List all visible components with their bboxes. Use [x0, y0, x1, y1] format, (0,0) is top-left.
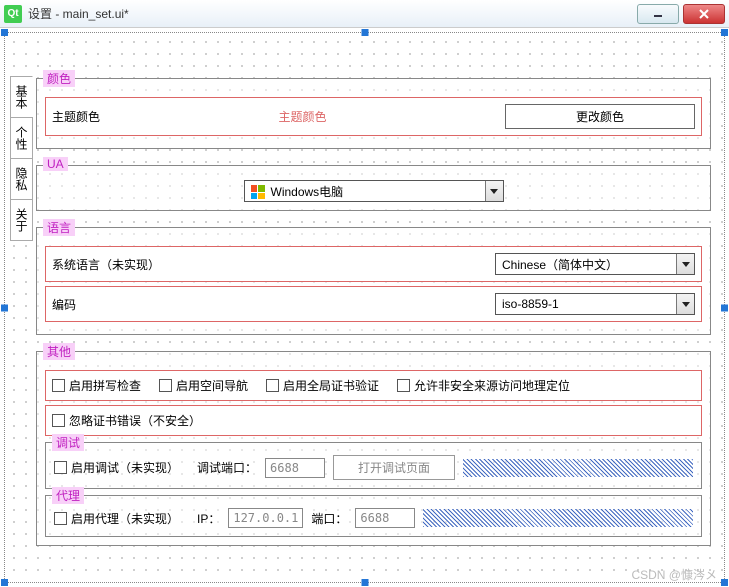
- proxy-port-input[interactable]: 6688: [355, 508, 415, 528]
- tab-about[interactable]: 关于: [10, 199, 33, 241]
- group-debug: 调试 启用调试（未实现） 调试端口： 6688 打开调试页面: [45, 442, 702, 489]
- group-lang: 语言 系统语言（未实现） Chinese（简体中文） 编码 iso-8859-1: [36, 227, 711, 335]
- window-title: 设置 - main_set.ui*: [28, 5, 129, 22]
- resize-handle[interactable]: [1, 304, 8, 311]
- close-button[interactable]: [683, 4, 725, 24]
- chevron-down-icon: [676, 254, 694, 274]
- resize-handle[interactable]: [1, 29, 8, 36]
- resize-handle[interactable]: [361, 579, 368, 586]
- encoding-label: 编码: [52, 296, 76, 313]
- proxy-ip-input[interactable]: 127.0.0.1: [228, 508, 303, 528]
- chk-geo[interactable]: 允许非安全来源访问地理定位: [397, 377, 570, 394]
- debug-port-label: 调试端口：: [197, 459, 257, 476]
- group-ua: UA Windows电脑: [36, 165, 711, 211]
- change-color-button[interactable]: 更改颜色: [505, 104, 695, 129]
- chk-space-nav[interactable]: 启用空间导航: [159, 377, 248, 394]
- resize-handle[interactable]: [721, 579, 728, 586]
- sys-lang-label: 系统语言（未实现）: [52, 256, 160, 273]
- legend-other: 其他: [43, 343, 75, 360]
- chk-debug[interactable]: 启用调试（未实现）: [54, 459, 179, 476]
- resize-handle[interactable]: [721, 304, 728, 311]
- windows-icon: [251, 185, 265, 199]
- tab-basic[interactable]: 基本: [10, 76, 33, 118]
- open-debug-button[interactable]: 打开调试页面: [333, 455, 455, 480]
- group-color: 颜色 主题颜色 主题颜色 更改颜色: [36, 78, 711, 149]
- legend-lang: 语言: [43, 219, 75, 236]
- spacer-hatch: [463, 459, 693, 477]
- chevron-down-icon: [676, 294, 694, 314]
- resize-handle[interactable]: [721, 29, 728, 36]
- tab-privacy[interactable]: 隐私: [10, 158, 33, 200]
- tab-personal[interactable]: 个性: [10, 117, 33, 159]
- chk-proxy[interactable]: 启用代理（未实现）: [54, 510, 179, 527]
- group-proxy: 代理 启用代理（未实现） IP： 127.0.0.1 端口： 6688: [45, 495, 702, 537]
- legend-proxy: 代理: [52, 487, 84, 504]
- encoding-combo[interactable]: iso-8859-1: [495, 293, 695, 315]
- chk-cert[interactable]: 启用全局证书验证: [266, 377, 379, 394]
- debug-port-input[interactable]: 6688: [265, 458, 325, 478]
- spacer-hatch: [423, 509, 693, 527]
- chk-ignore-cert[interactable]: 忽略证书错误（不安全）: [52, 412, 201, 429]
- legend-ua: UA: [43, 157, 68, 171]
- sys-lang-combo[interactable]: Chinese（简体中文）: [495, 253, 695, 275]
- resize-handle[interactable]: [361, 29, 368, 36]
- resize-handle[interactable]: [1, 579, 8, 586]
- ua-combo[interactable]: Windows电脑: [244, 180, 504, 202]
- proxy-ip-label: IP：: [197, 510, 220, 527]
- qt-icon: Qt: [4, 5, 22, 23]
- chk-spell[interactable]: 启用拼写检查: [52, 377, 141, 394]
- legend-debug: 调试: [52, 434, 84, 451]
- minimize-button[interactable]: [637, 4, 679, 24]
- chevron-down-icon: [485, 181, 503, 201]
- theme-color-label: 主题颜色: [52, 108, 100, 125]
- proxy-port-label: 端口：: [311, 510, 347, 527]
- theme-color-placeholder: 主题颜色: [108, 108, 497, 125]
- group-other: 其他 启用拼写检查 启用空间导航 启用全局证书验证 允许非安全来源访问地理定位 …: [36, 351, 711, 546]
- legend-color: 颜色: [43, 70, 75, 87]
- watermark: CSDN @慷涔メ: [631, 566, 717, 583]
